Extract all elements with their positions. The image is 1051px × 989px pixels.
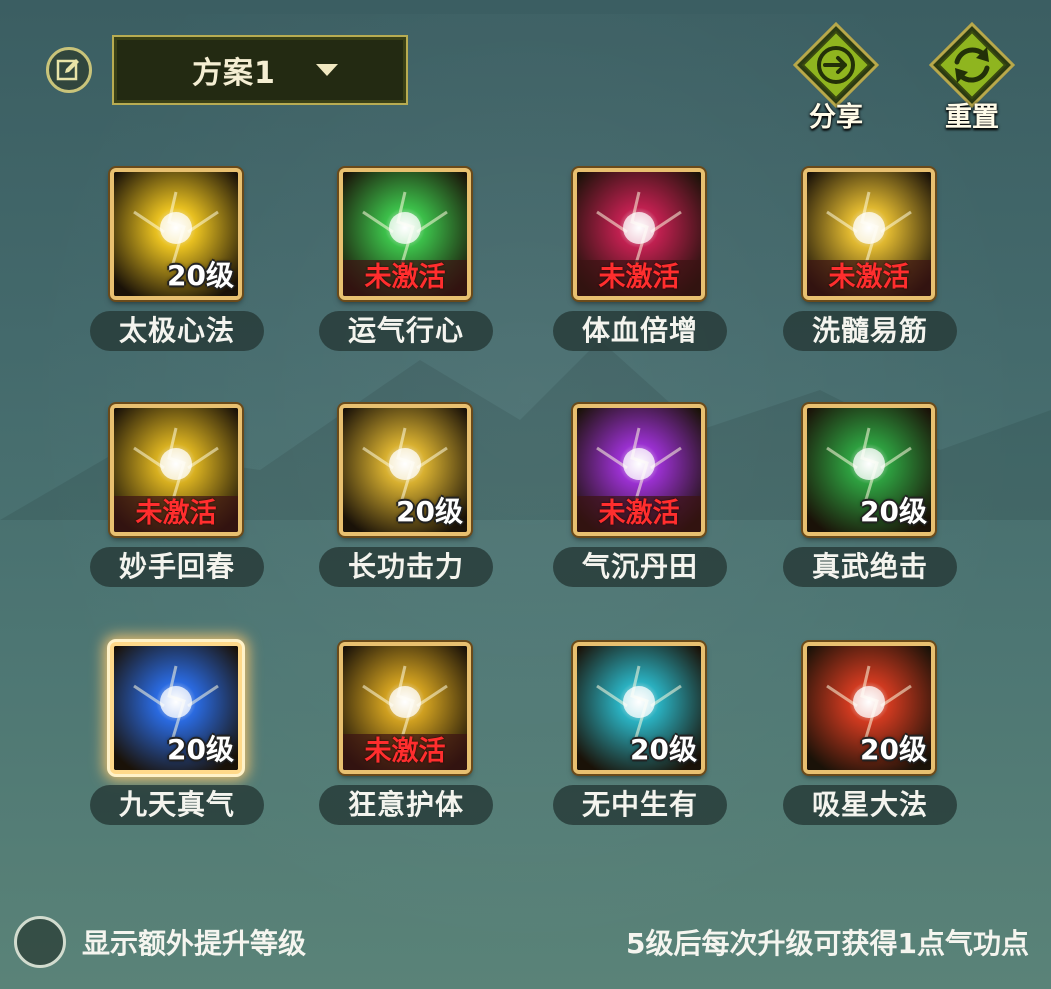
skill-card[interactable]: 20级吸星大法 (783, 642, 959, 832)
scheme-dropdown[interactable]: 方案1 (112, 35, 408, 105)
golden-pillar-lightning-icon[interactable]: 未激活 (110, 404, 242, 536)
upgrade-hint: 5级后每次升级可获得1点气功点 (626, 927, 1029, 960)
skill-card[interactable]: 20级长功击力 (319, 404, 495, 594)
skill-card[interactable]: 20级九天真气 (90, 642, 266, 832)
green-muscle-flex-icon[interactable]: 20级 (803, 404, 935, 536)
skill-level-badge: 20级 (167, 259, 234, 292)
skill-name: 太极心法 (90, 311, 264, 351)
skill-name: 狂意护体 (319, 785, 493, 825)
skill-card[interactable]: 未激活 妙手回春 (90, 404, 266, 594)
skill-name: 运气行心 (319, 311, 493, 351)
skill-level-badge: 20级 (167, 733, 234, 766)
skill-inactive-badge: 未激活 (343, 260, 467, 296)
skill-inactive-badge: 未激活 (577, 496, 701, 532)
share-button[interactable]: 分享 (786, 21, 886, 133)
skill-name: 洗髓易筋 (783, 311, 957, 351)
purple-aura-body-icon[interactable]: 未激活 (573, 404, 705, 536)
skill-card[interactable]: 未激活 气沉丹田 (553, 404, 729, 594)
golden-shield-strike-icon[interactable]: 未激活 (803, 168, 935, 300)
golden-glow-shield-icon[interactable]: 未激活 (339, 642, 471, 774)
skill-name: 九天真气 (90, 785, 264, 825)
skill-card[interactable]: 20级真武绝击 (783, 404, 959, 594)
skill-name: 真武绝击 (783, 547, 957, 587)
crimson-blade-icon[interactable]: 未激活 (573, 168, 705, 300)
skill-name: 长功击力 (319, 547, 493, 587)
skill-level-badge: 20级 (630, 733, 697, 766)
edit-scheme-button[interactable] (46, 47, 92, 93)
skill-card[interactable]: 未激活 狂意护体 (319, 642, 495, 832)
golden-lightning-orb-icon[interactable]: 20级 (110, 168, 242, 300)
skill-name: 体血倍增 (553, 311, 727, 351)
skill-name: 气沉丹田 (553, 547, 727, 587)
skill-level-badge: 20级 (860, 495, 927, 528)
reset-button[interactable]: 重置 (922, 21, 1022, 133)
skill-inactive-badge: 未激活 (114, 496, 238, 532)
chevron-down-icon (315, 64, 338, 76)
edit-pencil-icon (56, 59, 79, 81)
reset-label: 重置 (945, 102, 999, 133)
skill-inactive-badge: 未激活 (343, 734, 467, 770)
skill-name: 吸星大法 (783, 785, 957, 825)
skill-name: 妙手回春 (90, 547, 264, 587)
skill-inactive-badge: 未激活 (807, 260, 931, 296)
blue-crystal-shield-icon[interactable]: 20级 (110, 642, 242, 774)
skill-level-badge: 20级 (396, 495, 463, 528)
skill-card[interactable]: 20级太极心法 (90, 168, 266, 358)
skill-inactive-badge: 未激活 (577, 260, 701, 296)
skill-name: 无中生有 (553, 785, 727, 825)
show-extra-level-label: 显示额外提升等级 (82, 927, 307, 960)
skill-card[interactable]: 未激活 运气行心 (319, 168, 495, 358)
cyan-swirl-shield-icon[interactable]: 20级 (573, 642, 705, 774)
scheme-dropdown-value: 方案1 (192, 56, 276, 91)
golden-slash-icon[interactable]: 20级 (339, 404, 471, 536)
skill-card[interactable]: 未激活 洗髓易筋 (783, 168, 959, 358)
red-vortex-star-icon[interactable]: 20级 (803, 642, 935, 774)
skill-card[interactable]: 未激活 体血倍增 (553, 168, 729, 358)
show-extra-level-toggle[interactable] (14, 916, 66, 968)
share-label: 分享 (809, 102, 863, 133)
skill-level-badge: 20级 (860, 733, 927, 766)
green-energy-burst-icon[interactable]: 未激活 (339, 168, 471, 300)
skill-card[interactable]: 20级无中生有 (553, 642, 729, 832)
